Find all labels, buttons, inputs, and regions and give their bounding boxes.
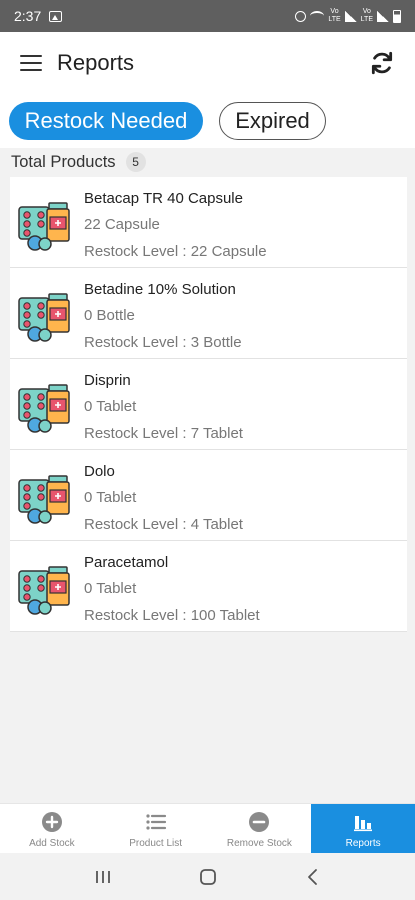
product-card[interactable]: Disprin 0 Tablet Restock Level : 7 Table…	[10, 359, 407, 450]
status-icons: Vo LTE Vo LTE	[295, 8, 401, 24]
medicine-icon	[18, 202, 70, 251]
product-name: Dolo	[84, 463, 115, 480]
signal-icon-2	[377, 10, 389, 22]
product-card[interactable]: Betadine 10% Solution 0 Bottle Restock L…	[10, 268, 407, 359]
nav-label: Remove Stock	[226, 838, 292, 849]
wifi-icon	[310, 11, 325, 21]
hamburger-menu-icon[interactable]	[20, 55, 42, 71]
minus-circle-icon	[249, 812, 270, 832]
system-nav-bar	[0, 853, 415, 900]
medicine-icon	[18, 566, 70, 615]
volte-icon-2: Vo LTE	[360, 8, 373, 23]
report-tabs: Restock Needed Expired	[0, 94, 415, 148]
battery-icon	[393, 9, 401, 23]
product-name: Disprin	[84, 372, 131, 389]
bar-chart-icon	[354, 816, 373, 832]
status-time: 2:37	[14, 8, 42, 24]
product-restock-level: Restock Level : 3 Bottle	[84, 334, 242, 351]
total-products-label: Total Products	[11, 152, 116, 171]
page-title: Reports	[57, 50, 135, 75]
nav-label: Reports	[345, 838, 381, 849]
nav-add-stock[interactable]: Add Stock	[0, 804, 104, 854]
product-card[interactable]: Paracetamol 0 Tablet Restock Level : 100…	[10, 541, 407, 632]
nav-label: Add Stock	[29, 838, 75, 849]
product-card[interactable]: Betacap TR 40 Capsule 22 Capsule Restock…	[10, 177, 407, 268]
back-button[interactable]	[293, 862, 333, 892]
product-restock-level: Restock Level : 4 Tablet	[84, 516, 243, 533]
recent-apps-button[interactable]	[83, 862, 123, 892]
product-name: Betacap TR 40 Capsule	[84, 190, 243, 207]
status-bar: 2:37 Vo LTE Vo LTE	[0, 0, 415, 32]
medicine-icon	[18, 384, 70, 433]
product-restock-level: Restock Level : 22 Capsule	[84, 243, 267, 260]
alarm-icon	[295, 10, 307, 22]
product-name: Paracetamol	[84, 554, 169, 571]
plus-circle-icon	[41, 812, 62, 832]
list-icon	[146, 814, 166, 830]
product-restock-level: Restock Level : 7 Tablet	[84, 425, 243, 442]
medicine-icon	[18, 475, 70, 524]
refresh-icon[interactable]	[369, 50, 395, 76]
product-list: Betacap TR 40 Capsule 22 Capsule Restock…	[10, 177, 407, 632]
product-quantity: 0 Tablet	[84, 580, 137, 597]
nav-remove-stock[interactable]: Remove Stock	[208, 804, 312, 854]
home-icon	[199, 868, 216, 885]
product-quantity: 0 Bottle	[84, 307, 135, 324]
app-bar: Reports	[0, 32, 415, 94]
tab-expired[interactable]: Expired	[219, 102, 326, 140]
back-icon	[307, 868, 317, 885]
home-button[interactable]	[188, 862, 228, 892]
product-quantity: 0 Tablet	[84, 398, 137, 415]
product-restock-level: Restock Level : 100 Tablet	[84, 607, 260, 624]
nav-product-list[interactable]: Product List	[104, 804, 208, 854]
recent-apps-icon	[95, 870, 110, 883]
product-quantity: 0 Tablet	[84, 489, 137, 506]
product-name: Betadine 10% Solution	[84, 281, 236, 298]
nav-label: Product List	[129, 838, 183, 849]
product-quantity: 22 Capsule	[84, 216, 160, 233]
bottom-nav: Add Stock Product List Remove Stock Repo…	[0, 803, 415, 854]
product-card[interactable]: Dolo 0 Tablet Restock Level : 4 Tablet	[10, 450, 407, 541]
total-products-count-badge: 5	[125, 152, 146, 172]
volte-icon: Vo LTE	[328, 8, 341, 23]
tab-restock-needed[interactable]: Restock Needed	[9, 102, 203, 140]
nav-reports[interactable]: Reports	[311, 804, 415, 854]
medicine-icon	[18, 293, 70, 342]
total-products-row: Total Products 5	[11, 150, 146, 174]
signal-icon	[344, 10, 357, 22]
image-notification-icon	[49, 10, 63, 22]
